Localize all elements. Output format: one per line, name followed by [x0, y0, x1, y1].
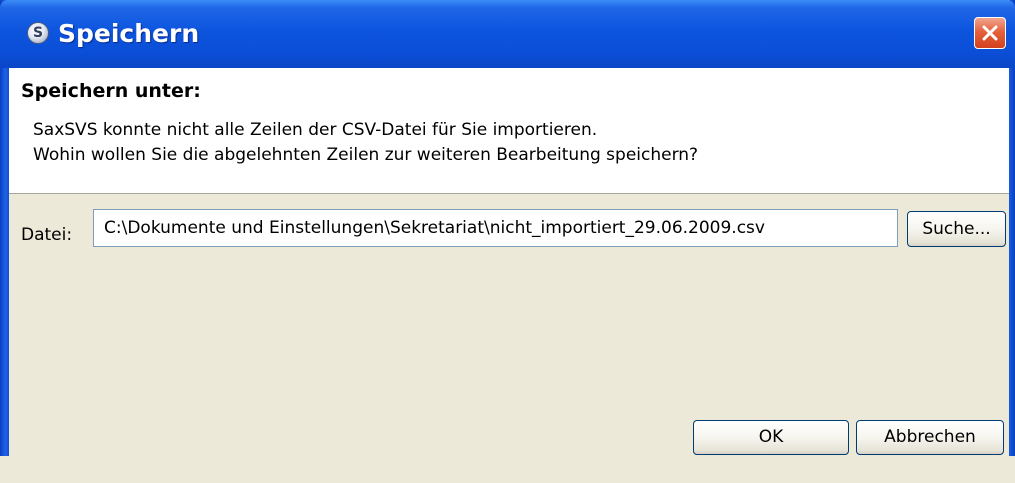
- browse-button[interactable]: Suche...: [907, 211, 1006, 247]
- close-button[interactable]: [974, 17, 1006, 49]
- dialog-body: Datei: Suche... OK Abbrechen: [9, 194, 1009, 456]
- window-frame-right: [1009, 0, 1015, 483]
- save-dialog: S Speichern Speichern unter: SaxSVS konn…: [0, 0, 1015, 483]
- window-title: Speichern: [58, 19, 200, 48]
- close-icon: [982, 25, 998, 41]
- title-bar[interactable]: S Speichern: [0, 0, 1015, 68]
- file-path-input[interactable]: [93, 209, 898, 247]
- file-label: Datei:: [21, 225, 73, 245]
- ok-button[interactable]: OK: [693, 420, 849, 455]
- header-message-line-1: SaxSVS konnte nicht alle Zeilen der CSV-…: [33, 120, 598, 140]
- app-logo-icon: S: [27, 22, 49, 44]
- cancel-button[interactable]: Abbrechen: [856, 420, 1004, 455]
- header-message-line-2: Wohin wollen Sie die abgelehnten Zeilen …: [33, 145, 699, 165]
- window-frame-left: [0, 0, 9, 483]
- header-title: Speichern unter:: [21, 80, 201, 102]
- dialog-bottom-strip: [0, 456, 1015, 483]
- dialog-header: Speichern unter: SaxSVS konnte nicht all…: [9, 68, 1009, 194]
